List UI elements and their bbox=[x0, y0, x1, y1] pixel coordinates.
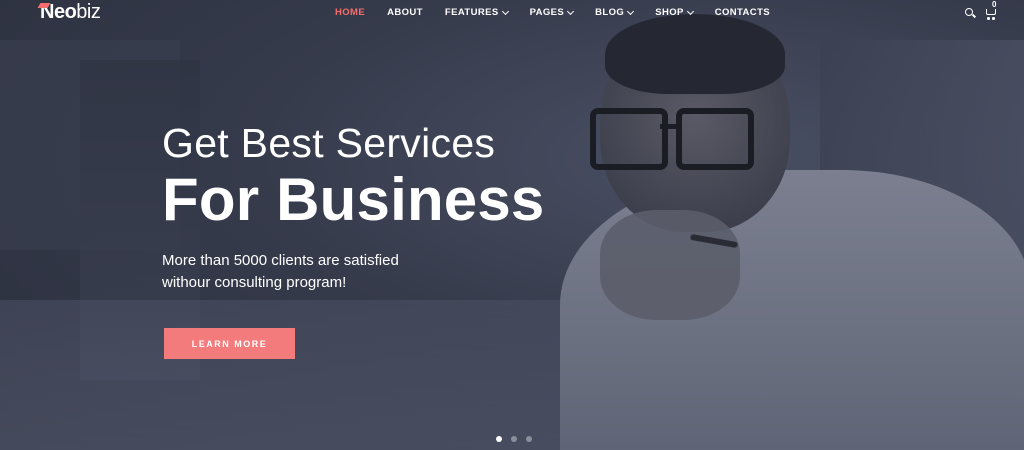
nav-item-shop[interactable]: SHOP bbox=[655, 7, 694, 18]
hero-subtitle-line2: withour consulting program! bbox=[162, 274, 347, 291]
logo-light-text: biz bbox=[76, 1, 101, 23]
slider-dot-1[interactable] bbox=[496, 436, 502, 442]
nav-item-home[interactable]: HOME bbox=[335, 7, 365, 18]
nav-label: ABOUT bbox=[387, 7, 423, 18]
nav-item-about[interactable]: ABOUT bbox=[387, 7, 423, 18]
hero-subtitle-line1: More than 5000 clients are satisfied bbox=[162, 252, 399, 269]
top-navigation: Neobiz HOME ABOUT FEATURES PAGES BLOG SH… bbox=[0, 0, 1024, 26]
nav-item-pages[interactable]: PAGES bbox=[529, 7, 575, 18]
nav-label: CONTACTS bbox=[714, 7, 771, 18]
nav-item-blog[interactable]: BLOG bbox=[595, 7, 635, 18]
nav-item-features[interactable]: FEATURES bbox=[444, 7, 509, 18]
logo[interactable]: Neobiz bbox=[37, 1, 101, 24]
nav-label: BLOG bbox=[595, 7, 625, 18]
slider-dot-3[interactable] bbox=[526, 436, 532, 442]
slider-dot-2[interactable] bbox=[511, 436, 517, 442]
nav-label: HOME bbox=[335, 7, 366, 18]
chevron-down-icon bbox=[627, 7, 635, 15]
background-desk bbox=[0, 300, 640, 450]
search-icon[interactable] bbox=[965, 8, 973, 16]
nav-label: FEATURES bbox=[444, 7, 499, 18]
nav-label: PAGES bbox=[529, 7, 565, 18]
nav-label: SHOP bbox=[655, 7, 684, 18]
person-hair bbox=[605, 14, 785, 94]
chevron-down-icon bbox=[686, 7, 694, 15]
glasses bbox=[590, 108, 760, 170]
person-hand bbox=[600, 210, 740, 320]
hero-headline-line1: Get Best Services bbox=[162, 120, 496, 166]
cart-icon[interactable] bbox=[985, 8, 996, 20]
nav-item-contacts[interactable]: CONTACTS bbox=[715, 7, 770, 18]
hero-section: Neobiz HOME ABOUT FEATURES PAGES BLOG SH… bbox=[0, 0, 1024, 450]
hero-subtitle: More than 5000 clients are satisfied wit… bbox=[162, 250, 462, 294]
main-menu: HOME ABOUT FEATURES PAGES BLOG SHOP CONT… bbox=[335, 7, 792, 18]
learn-more-button[interactable]: LEARN MORE bbox=[164, 328, 295, 359]
hero-headline-line2: For Business bbox=[162, 166, 545, 233]
chevron-down-icon bbox=[501, 7, 509, 15]
cart-count-badge: 0 bbox=[992, 0, 997, 9]
chevron-down-icon bbox=[567, 7, 575, 15]
slider-pagination bbox=[496, 436, 532, 442]
